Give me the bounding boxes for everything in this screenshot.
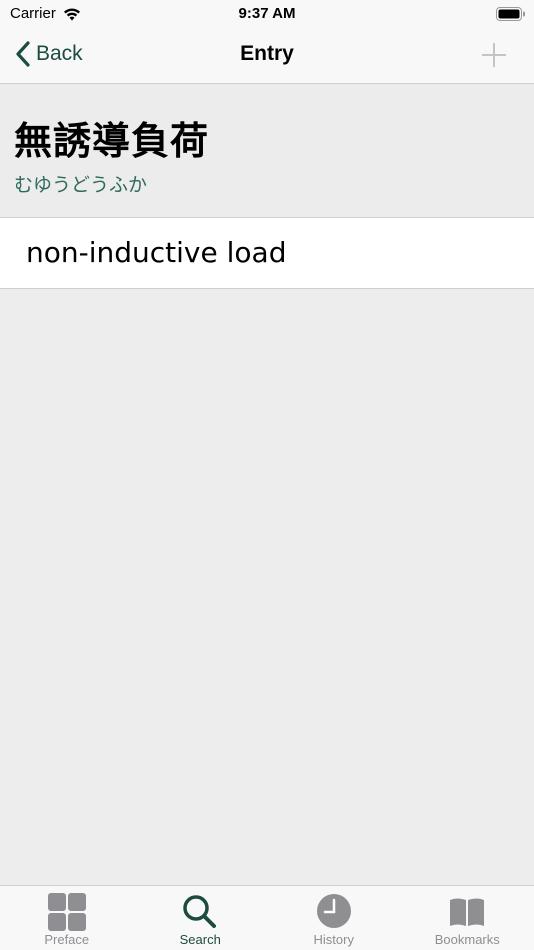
entry-reading: むゆうどうふか	[14, 174, 148, 196]
clock-icon	[316, 894, 351, 928]
definition-text: non-inductive load	[26, 236, 287, 269]
entry-header: 無誘導負荷 むゆうどうふか	[0, 84, 534, 218]
search-icon	[183, 895, 217, 928]
status-bar: Carrier 9:37 AM	[0, 0, 534, 28]
tab-label-history: History	[313, 932, 354, 947]
page-title: Entry	[240, 42, 294, 65]
tab-label-bookmarks: Bookmarks	[434, 932, 500, 947]
navigation-bar: Back Entry	[0, 28, 534, 84]
battery-icon	[496, 7, 525, 21]
tab-history[interactable]: History	[267, 886, 401, 950]
add-button[interactable]	[480, 41, 508, 69]
clock-time: 9:37 AM	[238, 5, 296, 22]
tab-bar: Preface Search History Bookmarks	[0, 885, 534, 950]
book-icon	[450, 898, 485, 926]
tab-search[interactable]: Search	[134, 886, 268, 950]
tab-bookmarks[interactable]: Bookmarks	[401, 886, 534, 950]
tab-preface[interactable]: Preface	[0, 886, 134, 950]
entry-headword: 無誘導負荷	[14, 119, 210, 163]
tab-label-preface: Preface	[44, 932, 90, 947]
grid-icon	[47, 893, 86, 931]
plus-icon	[482, 43, 506, 67]
definition-row[interactable]: non-inductive load	[0, 218, 534, 289]
tab-label-search: Search	[179, 932, 221, 947]
